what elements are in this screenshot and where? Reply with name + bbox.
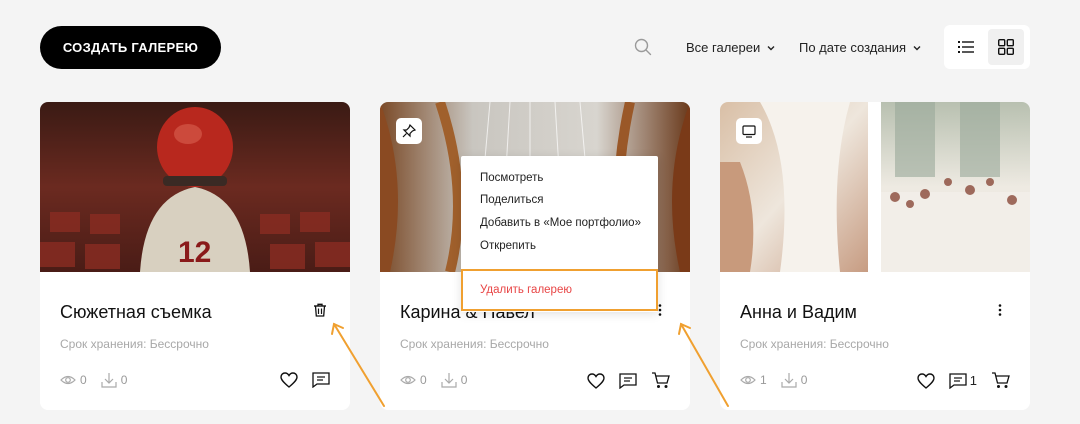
download-icon xyxy=(781,373,797,388)
filter-galleries-dropdown[interactable]: Все галереи xyxy=(686,40,776,55)
cart-icon xyxy=(992,372,1010,388)
monitor-icon xyxy=(742,124,756,138)
gallery-card[interactable]: 12 Сюжетная съемка Срок хранения: Бессро… xyxy=(40,102,350,410)
search-icon[interactable] xyxy=(634,38,652,56)
menu-item-unpin[interactable]: Открепить xyxy=(480,240,536,252)
storage-term: Срок хранения: Бессрочно xyxy=(400,337,549,351)
view-toggle xyxy=(944,25,1030,69)
gallery-stats: 0 0 xyxy=(60,372,127,388)
favorite-button[interactable] xyxy=(917,372,935,389)
downloads-count: 0 xyxy=(441,372,468,388)
download-icon xyxy=(441,373,457,388)
context-menu: Посмотреть Поделиться Добавить в «Мое по… xyxy=(461,156,658,312)
downloads-value: 0 xyxy=(120,373,128,387)
delete-button[interactable] xyxy=(308,298,332,322)
pinned-badge[interactable] xyxy=(396,118,422,144)
heart-icon xyxy=(587,372,605,389)
download-icon xyxy=(101,373,117,388)
menu-item-add-to-portfolio[interactable]: Добавить в «Мое портфолио» xyxy=(480,217,641,229)
views-count: 0 xyxy=(60,372,87,388)
views-value: 0 xyxy=(80,373,87,387)
sort-dropdown[interactable]: По дате создания xyxy=(799,40,922,55)
trash-icon xyxy=(314,303,326,317)
sort-label: По дате создания xyxy=(799,40,907,55)
grid-view-button[interactable] xyxy=(988,29,1024,65)
cart-button[interactable] xyxy=(991,372,1010,389)
gallery-title[interactable]: Анна и Вадим xyxy=(740,302,857,323)
downloads-count: 0 xyxy=(101,372,128,388)
gallery-cover-image[interactable]: 12 xyxy=(40,102,350,272)
eye-icon xyxy=(60,375,76,385)
heart-icon xyxy=(280,372,298,388)
list-view-button[interactable] xyxy=(948,29,984,65)
downloads-value: 0 xyxy=(800,373,808,387)
comment-icon xyxy=(312,372,330,388)
views-count: 1 xyxy=(740,372,767,388)
comments-value: 1 xyxy=(969,373,977,388)
downloads-value: 0 xyxy=(460,373,468,387)
filter-galleries-label: Все галереи xyxy=(686,40,761,55)
heart-icon xyxy=(917,372,935,389)
screen-badge[interactable] xyxy=(736,118,762,144)
card-actions: 1 xyxy=(917,372,1010,389)
comments-button[interactable] xyxy=(619,372,637,389)
create-gallery-button[interactable]: СОЗДАТЬ ГАЛЕРЕЮ xyxy=(40,26,221,69)
eye-icon xyxy=(740,375,756,385)
views-count: 0 xyxy=(400,372,427,388)
menu-item-delete-gallery[interactable]: Удалить галерею xyxy=(480,284,572,296)
views-value: 1 xyxy=(760,373,767,387)
favorite-button[interactable] xyxy=(587,372,605,389)
gallery-title[interactable]: Сюжетная съемка xyxy=(60,302,212,323)
storage-term: Срок хранения: Бессрочно xyxy=(740,337,889,351)
pin-icon xyxy=(402,124,416,138)
cart-button[interactable] xyxy=(651,372,670,389)
comments-button[interactable]: 1 xyxy=(949,372,977,389)
card-actions xyxy=(587,372,670,389)
comments-button[interactable] xyxy=(312,372,330,388)
cart-icon xyxy=(652,372,670,388)
menu-item-view[interactable]: Посмотреть xyxy=(480,172,543,184)
more-options-button[interactable] xyxy=(988,298,1012,322)
gallery-stats: 0 0 xyxy=(400,372,467,388)
menu-item-share[interactable]: Поделиться xyxy=(480,194,544,206)
chevron-down-icon xyxy=(767,45,775,50)
card-actions xyxy=(280,372,330,388)
gallery-card[interactable]: Анна и Вадим Срок хранения: Бессрочно 1 … xyxy=(720,102,1030,410)
svg-text:12: 12 xyxy=(178,236,211,269)
list-icon xyxy=(958,41,974,53)
chevron-down-icon xyxy=(913,45,921,50)
menu-divider xyxy=(461,269,658,270)
downloads-count: 0 xyxy=(781,372,808,388)
more-vertical-icon xyxy=(998,304,1002,316)
comment-icon xyxy=(949,372,967,389)
gallery-cover-image[interactable] xyxy=(720,102,1030,272)
storage-term: Срок хранения: Бессрочно xyxy=(60,337,209,351)
grid-icon xyxy=(998,39,1014,55)
more-vertical-icon xyxy=(658,304,662,316)
views-value: 0 xyxy=(420,373,427,387)
gallery-stats: 1 0 xyxy=(740,372,807,388)
favorite-button[interactable] xyxy=(280,372,298,388)
comment-icon xyxy=(619,372,637,389)
eye-icon xyxy=(400,375,416,385)
